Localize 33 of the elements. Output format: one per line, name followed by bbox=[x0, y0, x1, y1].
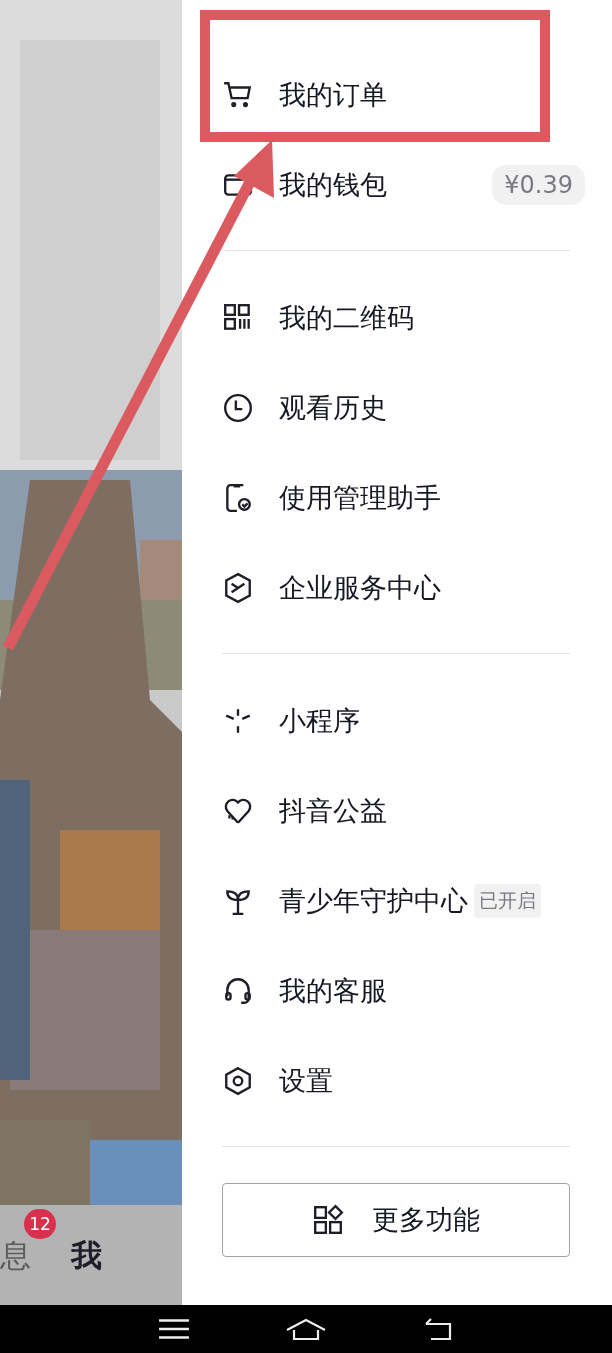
home-icon[interactable] bbox=[285, 1318, 327, 1340]
menu-label: 我的二维码 bbox=[279, 301, 414, 335]
hexagon-icon bbox=[222, 572, 254, 604]
settings-icon bbox=[222, 1065, 254, 1097]
menu-item[interactable]: 企业服务中心 bbox=[222, 543, 585, 633]
balance-badge: ¥0.39 bbox=[492, 165, 585, 205]
menu-item[interactable]: 我的订单 bbox=[222, 50, 585, 140]
tab[interactable]: 我 bbox=[71, 1235, 102, 1275]
menu-item[interactable]: 使用管理助手 bbox=[222, 453, 585, 543]
menu-label: 使用管理助手 bbox=[279, 481, 441, 515]
menu-label: 我的钱包 bbox=[279, 168, 387, 202]
menu-label: 青少年守护中心 bbox=[279, 884, 468, 918]
menu-item[interactable]: 抖音公益 bbox=[222, 766, 585, 856]
status-tag: 已开启 bbox=[474, 884, 541, 918]
grid-icon bbox=[312, 1204, 344, 1236]
more-button[interactable]: 更多功能 bbox=[222, 1183, 570, 1257]
count-badge: 12 bbox=[24, 1209, 56, 1239]
menu-label: 观看历史 bbox=[279, 391, 387, 425]
menu-label: 我的客服 bbox=[279, 974, 387, 1008]
menu-label: 设置 bbox=[279, 1064, 333, 1098]
menu-item[interactable]: 青少年守护中心 已开启 bbox=[222, 856, 585, 946]
menu-item[interactable]: 观看历史 bbox=[222, 363, 585, 453]
menu-item[interactable]: 我的客服 bbox=[222, 946, 585, 1036]
menu-label: 我的订单 bbox=[279, 78, 387, 112]
menu-item[interactable]: 设置 bbox=[222, 1036, 585, 1126]
menu-item[interactable]: 小程序 bbox=[222, 676, 585, 766]
menu-item[interactable]: 我的二维码 bbox=[222, 273, 585, 363]
headset-icon bbox=[222, 975, 254, 1007]
menu-icon[interactable] bbox=[157, 1318, 190, 1340]
clock-icon bbox=[222, 392, 254, 424]
menu-label: 抖音公益 bbox=[279, 794, 387, 828]
menu-label: 企业服务中心 bbox=[279, 571, 441, 605]
menu-label: 小程序 bbox=[279, 704, 360, 738]
